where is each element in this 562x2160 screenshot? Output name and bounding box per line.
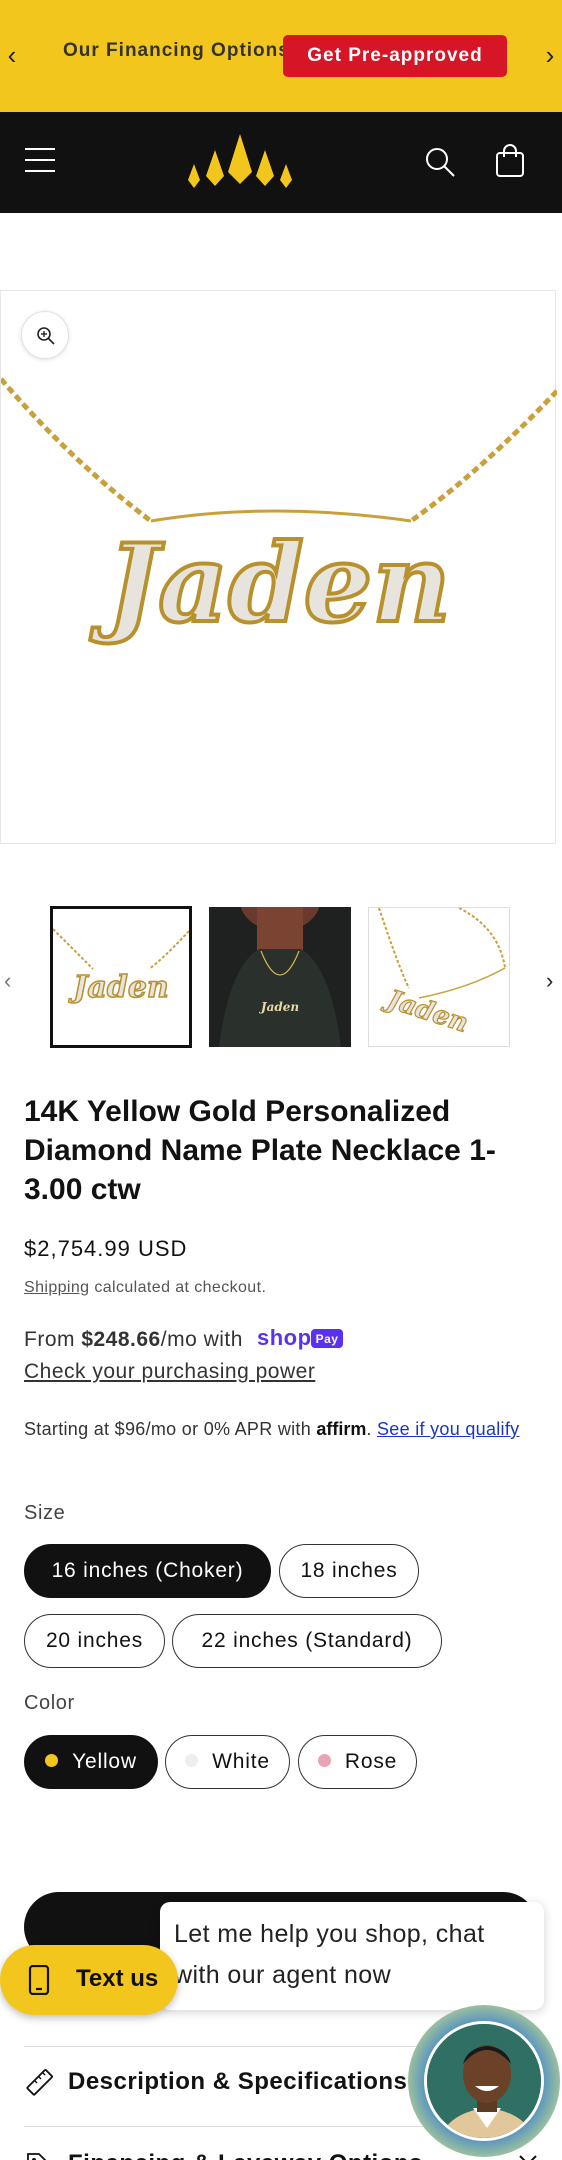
shop-pay-suffix: /mo with bbox=[160, 1328, 243, 1351]
thumbnail-image: Jaden bbox=[378, 908, 506, 1039]
size-option-22-standard[interactable]: 22 inches (Standard) bbox=[172, 1614, 442, 1668]
thumbnail-next-icon[interactable]: › bbox=[546, 968, 553, 994]
site-header bbox=[0, 112, 562, 213]
thumbnail-necklace-angle[interactable]: Jaden bbox=[368, 907, 510, 1047]
text-us-label: Text us bbox=[76, 1965, 159, 1992]
thumbnail-nameplate: Jaden bbox=[379, 983, 472, 1039]
white-swatch-icon bbox=[185, 1754, 199, 1767]
accordion-label: Financing & Layaway Options bbox=[68, 2150, 423, 2160]
zoom-icon bbox=[37, 327, 55, 345]
shipping-link[interactable]: Shipping bbox=[24, 1279, 89, 1296]
nameplate-text: Jaden bbox=[90, 521, 451, 647]
thumbnail-nameplate: Jaden bbox=[68, 970, 169, 1005]
size-option-20[interactable]: 20 inches bbox=[24, 1614, 165, 1668]
accordion-label: Description & Specifications bbox=[68, 2068, 408, 2095]
product-price: $2,754.99 USD bbox=[24, 1236, 188, 1261]
announcement-next-icon[interactable]: › bbox=[540, 38, 560, 72]
chat-prompt-bubble[interactable]: Let me help you shop, chat with our agen… bbox=[160, 1902, 544, 2010]
size-option-18[interactable]: 18 inches bbox=[279, 1544, 419, 1598]
chevron-down-icon bbox=[519, 2155, 537, 2160]
search-icon[interactable] bbox=[424, 146, 456, 178]
shop-pay-badge: Pay bbox=[316, 1332, 339, 1346]
thumbnail-necklace-worn[interactable]: Jaden bbox=[209, 907, 351, 1047]
thumbnail-image: Jaden bbox=[209, 907, 351, 1047]
shipping-note: Shipping calculated at checkout. bbox=[24, 1279, 266, 1297]
affirm-text: Starting at $96/mo or 0% APR with bbox=[24, 1419, 317, 1439]
affirm-logo: affirm bbox=[316, 1419, 367, 1439]
phone-icon bbox=[28, 1965, 50, 1995]
color-option-label: White bbox=[212, 1750, 270, 1773]
affirm-qualify-link[interactable]: See if you qualify bbox=[377, 1419, 519, 1439]
chat-agent-avatar[interactable] bbox=[408, 2005, 560, 2157]
color-label: Color bbox=[24, 1692, 75, 1714]
announcement-message: Our Financing Options bbox=[63, 40, 290, 61]
size-option-16-choker[interactable]: 16 inches (Choker) bbox=[24, 1544, 271, 1598]
thumbnail-image: Jaden bbox=[53, 928, 189, 1006]
ruler-icon bbox=[26, 2069, 53, 2096]
announcement-prev-icon[interactable]: ‹ bbox=[2, 38, 22, 72]
rose-swatch-icon bbox=[317, 1754, 331, 1767]
affirm-period: . bbox=[366, 1419, 377, 1439]
color-option-label: Rose bbox=[344, 1750, 398, 1773]
agent-portrait bbox=[427, 2024, 541, 2138]
product-title: 14K Yellow Gold Personalized Diamond Nam… bbox=[24, 1095, 496, 1206]
shop-pay-prefix: From bbox=[24, 1328, 82, 1351]
get-preapproved-button[interactable]: Get Pre-approved bbox=[283, 35, 507, 77]
cart-icon[interactable] bbox=[494, 144, 526, 178]
main-product-image[interactable]: Jaden bbox=[0, 290, 557, 844]
color-option-label: Yellow bbox=[72, 1750, 137, 1773]
menu-icon[interactable] bbox=[25, 148, 55, 174]
shipping-text: calculated at checkout. bbox=[89, 1279, 267, 1296]
affirm-message: Starting at $96/mo or 0% APR with affirm… bbox=[24, 1414, 544, 1445]
color-option-yellow[interactable]: Yellow bbox=[24, 1735, 158, 1789]
color-option-rose[interactable]: Rose bbox=[298, 1735, 417, 1789]
thumbnail-prev-icon[interactable]: ‹ bbox=[4, 968, 11, 994]
color-option-white[interactable]: White bbox=[165, 1735, 290, 1789]
shop-pay-brand: shop bbox=[257, 1326, 312, 1350]
shop-pay-installments: From $248.66/mo with shop Pay bbox=[24, 1326, 344, 1352]
avatar bbox=[424, 2021, 544, 2141]
text-us-button[interactable]: Text us bbox=[0, 1945, 178, 2015]
shop-pay-logo: shop Pay bbox=[257, 1326, 344, 1350]
thumbnail-necklace-front[interactable]: Jaden bbox=[50, 906, 192, 1048]
yellow-swatch-icon bbox=[45, 1754, 59, 1767]
crown-logo[interactable] bbox=[186, 132, 294, 192]
announcement-bar: ‹ Our Financing Options Get Pre-approved… bbox=[0, 0, 562, 112]
thumbnail-nameplate: Jaden bbox=[259, 1000, 299, 1014]
size-label: Size bbox=[24, 1502, 66, 1524]
shop-pay-amount: $248.66 bbox=[81, 1328, 161, 1351]
purchasing-power-link[interactable]: Check your purchasing power bbox=[24, 1360, 315, 1384]
tag-icon bbox=[27, 2153, 47, 2160]
necklace-illustration: Jaden bbox=[1, 377, 557, 649]
zoom-button[interactable] bbox=[21, 311, 69, 359]
